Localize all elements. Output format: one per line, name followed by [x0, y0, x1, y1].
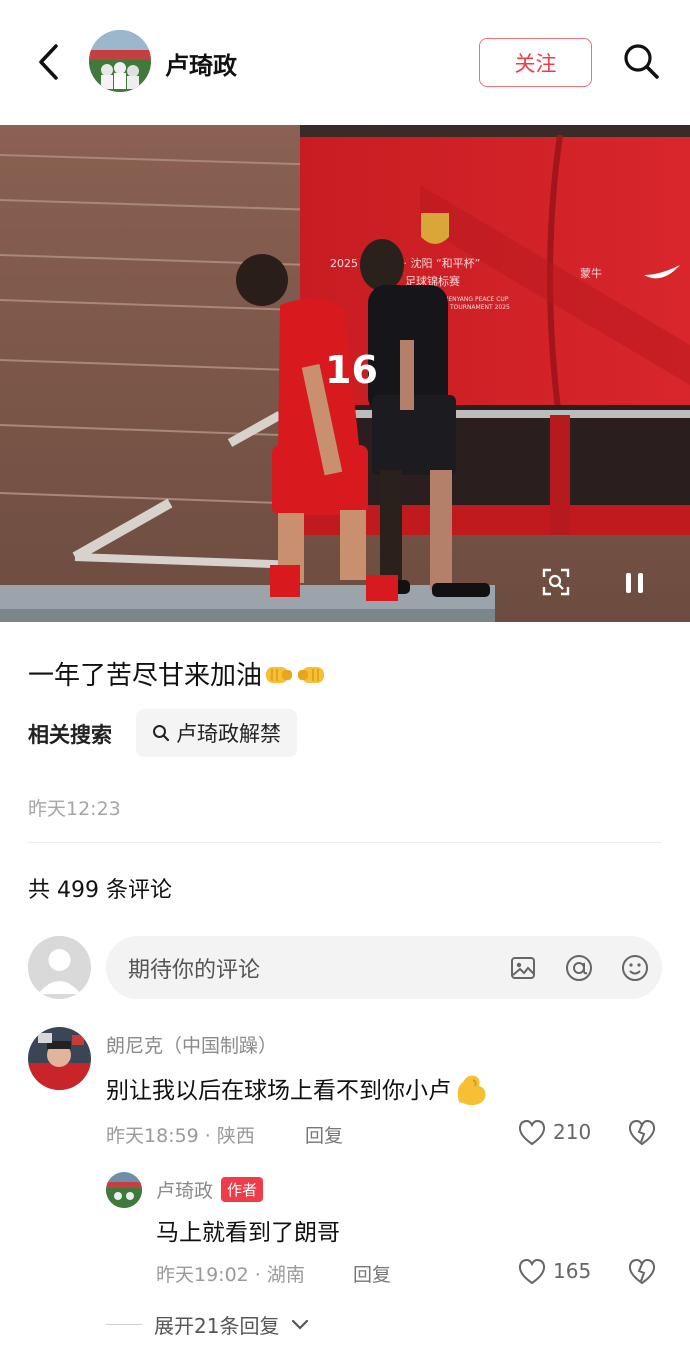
banner-year: 2025	[330, 257, 358, 270]
at-icon	[566, 955, 592, 981]
divider	[28, 842, 662, 843]
reply-button[interactable]: 回复	[305, 1121, 343, 1148]
search-icon	[624, 44, 659, 79]
comment-meta: 昨天18:59 · 陕西	[106, 1125, 255, 1147]
mention-button[interactable]	[562, 951, 596, 985]
scan-button[interactable]	[541, 567, 571, 597]
reply-author-name: 卢琦政	[156, 1180, 214, 1202]
my-avatar	[28, 936, 91, 999]
image-button[interactable]	[506, 951, 540, 985]
expand-replies-label: 展开21条回复	[154, 1314, 280, 1338]
heart-icon	[518, 1119, 546, 1146]
author-badge: 作者	[221, 1177, 264, 1202]
top-bar: 卢琦政 关注	[0, 0, 690, 120]
expand-replies-button[interactable]: 展开21条回复	[106, 1310, 309, 1339]
heart-icon	[518, 1258, 546, 1285]
jersey-number: 16	[325, 348, 378, 392]
reply-meta: 昨天19:02 · 湖南	[156, 1264, 305, 1286]
post-caption-text: 一年了苦尽甘来加油	[28, 661, 263, 691]
author-avatar[interactable]	[89, 30, 151, 92]
chevron-left-icon	[39, 44, 58, 80]
banner-english-2: TOURNAMENT 2025	[449, 304, 510, 311]
like-count: 210	[553, 1120, 592, 1144]
scan-icon	[542, 568, 570, 596]
reply-like-count: 165	[553, 1259, 592, 1283]
search-button[interactable]	[618, 38, 664, 84]
commenter-name[interactable]: 朗尼克（中国制躁）	[106, 1031, 277, 1058]
image-icon	[511, 957, 535, 979]
sponsor-logo: 蒙牛	[580, 266, 602, 280]
broken-heart-icon	[628, 1119, 656, 1146]
reply-author-avatar[interactable]	[106, 1172, 142, 1208]
comment-input-placeholder: 期待你的评论	[128, 957, 261, 983]
comment-input[interactable]: 期待你的评论	[106, 936, 662, 999]
flexed-biceps-emoji-icon	[457, 1075, 486, 1106]
broken-heart-icon	[628, 1258, 656, 1285]
banner-english: SHENYANG PEACE CUP	[440, 296, 509, 303]
commenter-avatar[interactable]	[28, 1027, 91, 1090]
pause-button[interactable]	[620, 568, 648, 598]
post-caption: 一年了苦尽甘来加油	[28, 655, 326, 692]
back-button[interactable]	[28, 40, 68, 84]
fist-bump-emoji-icon	[298, 666, 325, 683]
reply-reply-button[interactable]: 回复	[353, 1260, 391, 1287]
reply-location: 湖南	[266, 1264, 305, 1286]
reply-time: 昨天19:02	[156, 1264, 249, 1286]
comment-location: 陕西	[216, 1125, 255, 1147]
like-button[interactable]: 210	[517, 1118, 591, 1146]
related-search-query: 卢琦政解禁	[176, 722, 281, 746]
comment-count: 共 499 条评论	[28, 878, 172, 903]
reply-author[interactable]: 卢琦政 作者	[156, 1176, 264, 1203]
pause-icon	[625, 573, 631, 593]
chevron-down-icon	[292, 1319, 309, 1330]
reply-dislike-button[interactable]	[627, 1257, 657, 1289]
follow-button[interactable]: 关注	[479, 38, 592, 87]
reply-like-button[interactable]: 165	[517, 1257, 591, 1285]
post-photo[interactable]: 2025 之队 · 沈阳 “和平杯” 足球锦标赛 SHENYANG PEACE …	[0, 125, 690, 622]
post-timestamp: 昨天12:23	[28, 798, 121, 820]
related-search-label: 相关搜索	[28, 723, 112, 747]
fist-bump-emoji-icon	[266, 666, 293, 683]
search-icon	[153, 725, 170, 742]
comment-text: 别让我以后在球场上看不到你小卢	[106, 1068, 491, 1108]
comment-time: 昨天18:59	[106, 1125, 199, 1147]
dislike-button[interactable]	[627, 1118, 657, 1150]
expand-divider	[106, 1324, 142, 1325]
smiley-icon	[622, 955, 648, 981]
emoji-button[interactable]	[618, 951, 652, 985]
related-search-chip[interactable]: 卢琦政解禁	[136, 709, 297, 757]
author-name[interactable]: 卢琦政	[165, 46, 237, 81]
reply-text: 马上就看到了朗哥	[156, 1220, 340, 1246]
comment-text-content: 别让我以后在球场上看不到你小卢	[106, 1078, 451, 1104]
